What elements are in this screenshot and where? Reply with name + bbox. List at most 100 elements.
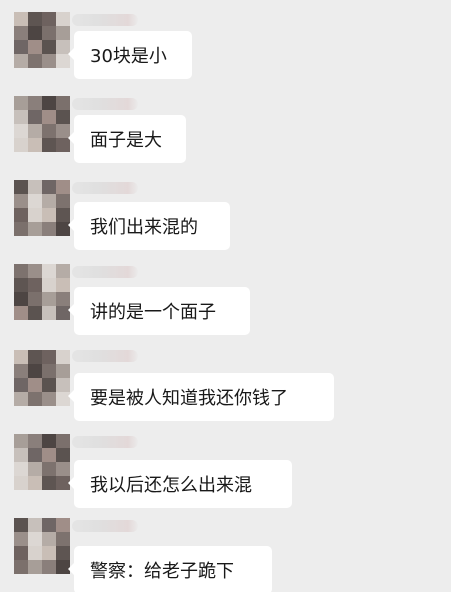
avatar-mosaic-tile bbox=[14, 40, 28, 54]
avatar-mosaic-tile bbox=[42, 264, 56, 278]
avatar-mosaic-tile bbox=[56, 364, 70, 378]
avatar-mosaic-tile bbox=[14, 532, 28, 546]
avatar-mosaic-tile bbox=[42, 378, 56, 392]
avatar-mosaic-tile bbox=[56, 434, 70, 448]
avatar-mosaic-tile bbox=[28, 124, 42, 138]
avatar-mosaic-tile bbox=[56, 546, 70, 560]
avatar-mosaic-tile bbox=[28, 518, 42, 532]
avatar-mosaic-tile bbox=[42, 208, 56, 222]
avatar-mosaic-tile bbox=[42, 40, 56, 54]
avatar-mosaic-tile bbox=[42, 306, 56, 320]
message-bubble[interactable]: 讲的是一个面子 bbox=[68, 287, 250, 335]
avatar-mosaic-tile bbox=[42, 26, 56, 40]
avatar-mosaic-tile bbox=[56, 264, 70, 278]
avatar-mosaic-tile bbox=[14, 278, 28, 292]
message-row: 要是被人知道我还你钱了 bbox=[0, 336, 451, 421]
avatar-mosaic-tile bbox=[14, 434, 28, 448]
avatar-mosaic-tile bbox=[14, 448, 28, 462]
message-row: 我以后还怎么出来混 bbox=[0, 420, 451, 508]
message-bubble[interactable]: 我以后还怎么出来混 bbox=[68, 460, 292, 508]
avatar-mosaic-tile bbox=[14, 208, 28, 222]
avatar-mosaic-tile bbox=[42, 462, 56, 476]
avatar[interactable] bbox=[14, 518, 70, 574]
avatar[interactable] bbox=[14, 96, 70, 152]
avatar-mosaic-tile bbox=[14, 462, 28, 476]
avatar-mosaic-tile bbox=[28, 392, 42, 406]
message-row: 我们出来混的 bbox=[0, 168, 451, 252]
avatar-mosaic-tile bbox=[56, 462, 70, 476]
avatar-mosaic-tile bbox=[14, 194, 28, 208]
avatar-mosaic-tile bbox=[42, 222, 56, 236]
avatar-mosaic-tile bbox=[14, 124, 28, 138]
chat-area: 30块是小 面子是大 我们出来混的 讲的是一个面子 要是被人知道我还你钱了 我以… bbox=[0, 0, 451, 592]
avatar-mosaic-tile bbox=[14, 180, 28, 194]
avatar-mosaic-tile bbox=[14, 110, 28, 124]
avatar-mosaic-tile bbox=[28, 292, 42, 306]
avatar-mosaic-tile bbox=[42, 138, 56, 152]
avatar-mosaic-tile bbox=[28, 278, 42, 292]
avatar-mosaic-tile bbox=[56, 180, 70, 194]
avatar-mosaic-tile bbox=[28, 96, 42, 110]
avatar-mosaic-tile bbox=[42, 124, 56, 138]
avatar-mosaic-tile bbox=[42, 180, 56, 194]
avatar-mosaic-tile bbox=[14, 476, 28, 490]
sender-name-blurred bbox=[72, 350, 138, 362]
avatar-mosaic-tile bbox=[56, 12, 70, 26]
message-bubble[interactable]: 警察：给老子跪下 bbox=[68, 546, 272, 592]
avatar-mosaic-tile bbox=[42, 392, 56, 406]
avatar-mosaic-tile bbox=[28, 532, 42, 546]
message-bubble[interactable]: 要是被人知道我还你钱了 bbox=[68, 373, 334, 421]
avatar-mosaic-tile bbox=[28, 180, 42, 194]
avatar-mosaic-tile bbox=[28, 378, 42, 392]
avatar-mosaic-tile bbox=[28, 54, 42, 68]
avatar-mosaic-tile bbox=[28, 264, 42, 278]
avatar-mosaic-tile bbox=[28, 560, 42, 574]
avatar-mosaic-tile bbox=[14, 138, 28, 152]
avatar-mosaic-tile bbox=[56, 532, 70, 546]
avatar-mosaic-tile bbox=[42, 532, 56, 546]
avatar-mosaic-tile bbox=[14, 264, 28, 278]
message-row: 面子是大 bbox=[0, 84, 451, 168]
avatar[interactable] bbox=[14, 350, 70, 406]
message-row: 30块是小 bbox=[0, 0, 451, 84]
avatar-mosaic-tile bbox=[42, 194, 56, 208]
sender-name-blurred bbox=[72, 266, 138, 278]
message-bubble[interactable]: 面子是大 bbox=[68, 115, 186, 163]
message-bubble[interactable]: 我们出来混的 bbox=[68, 202, 230, 250]
avatar-mosaic-tile bbox=[28, 448, 42, 462]
avatar-mosaic-tile bbox=[42, 560, 56, 574]
avatar[interactable] bbox=[14, 264, 70, 320]
avatar[interactable] bbox=[14, 434, 70, 490]
sender-name-blurred bbox=[72, 98, 138, 110]
avatar-mosaic-tile bbox=[42, 292, 56, 306]
avatar[interactable] bbox=[14, 180, 70, 236]
sender-name-blurred bbox=[72, 520, 138, 532]
avatar-mosaic-tile bbox=[42, 54, 56, 68]
avatar-mosaic-tile bbox=[28, 222, 42, 236]
sender-name-blurred bbox=[72, 436, 138, 448]
avatar-mosaic-tile bbox=[28, 208, 42, 222]
message-row: 警察：给老子跪下 bbox=[0, 504, 451, 592]
avatar-mosaic-tile bbox=[56, 110, 70, 124]
avatar-mosaic-tile bbox=[56, 96, 70, 110]
avatar-mosaic-tile bbox=[56, 518, 70, 532]
avatar-mosaic-tile bbox=[42, 96, 56, 110]
avatar-mosaic-tile bbox=[56, 448, 70, 462]
avatar-mosaic-tile bbox=[14, 12, 28, 26]
avatar-mosaic-tile bbox=[42, 350, 56, 364]
avatar-mosaic-tile bbox=[42, 476, 56, 490]
avatar-mosaic-tile bbox=[28, 138, 42, 152]
avatar-mosaic-tile bbox=[28, 110, 42, 124]
avatar-mosaic-tile bbox=[14, 292, 28, 306]
avatar-mosaic-tile bbox=[56, 278, 70, 292]
avatar[interactable] bbox=[14, 12, 70, 68]
avatar-mosaic-tile bbox=[28, 546, 42, 560]
avatar-mosaic-tile bbox=[28, 364, 42, 378]
avatar-mosaic-tile bbox=[28, 434, 42, 448]
avatar-mosaic-tile bbox=[14, 378, 28, 392]
avatar-mosaic-tile bbox=[42, 278, 56, 292]
avatar-mosaic-tile bbox=[28, 12, 42, 26]
message-bubble[interactable]: 30块是小 bbox=[68, 31, 192, 79]
sender-name-blurred bbox=[72, 14, 138, 26]
avatar-mosaic-tile bbox=[28, 350, 42, 364]
